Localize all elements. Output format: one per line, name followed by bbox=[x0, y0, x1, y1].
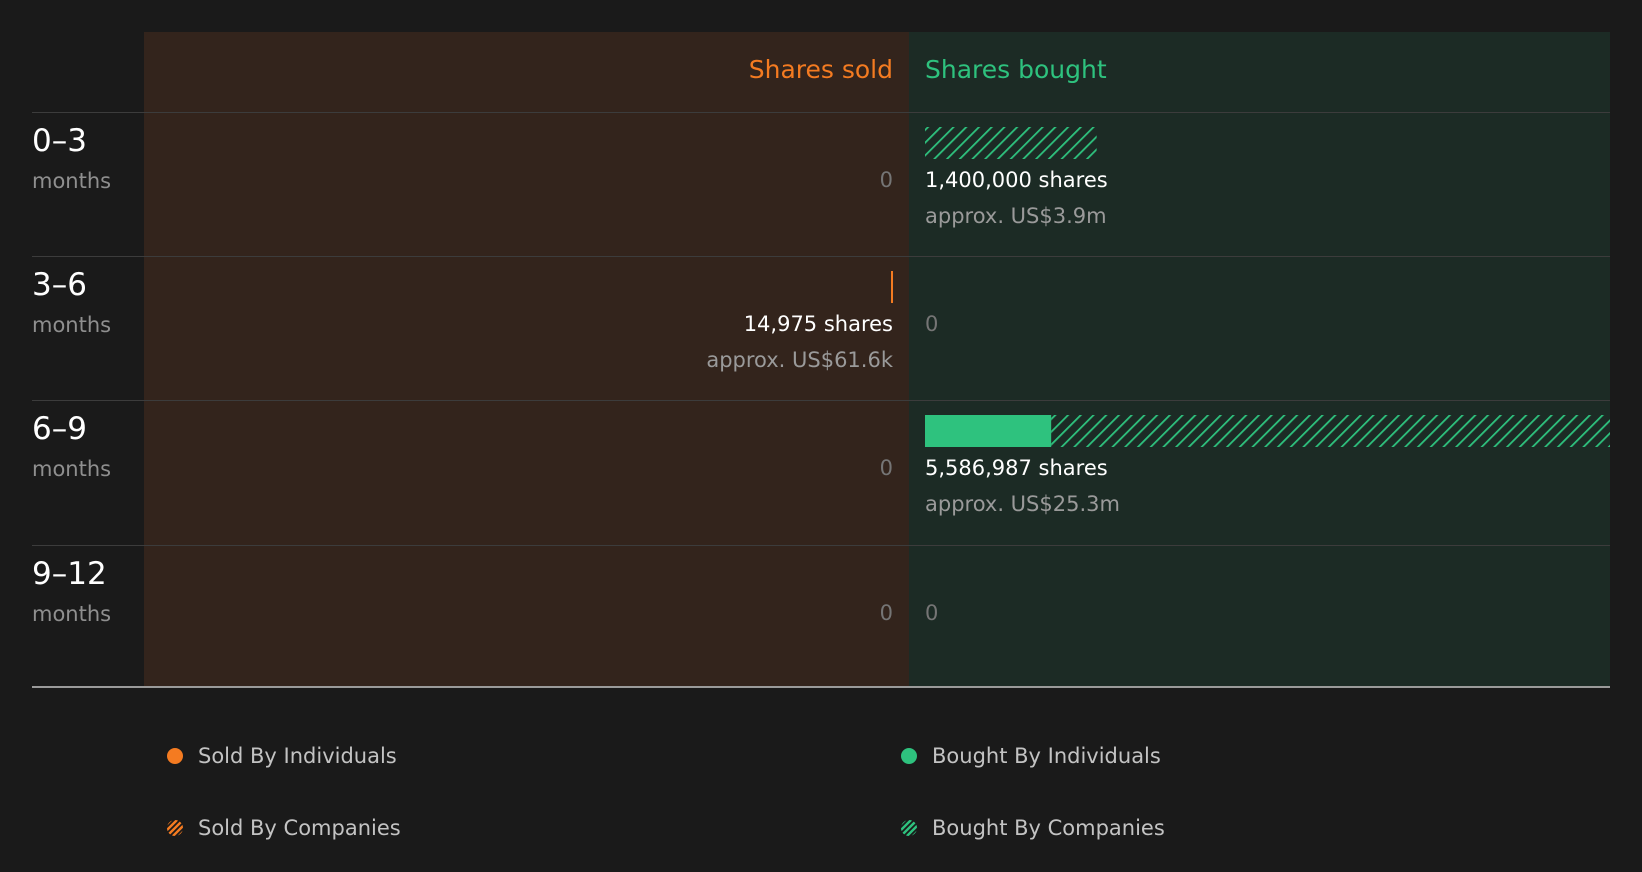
bought-zero-label: 0 bbox=[925, 312, 939, 336]
legend-label: Bought By Companies bbox=[932, 816, 1165, 840]
legend-sold-individuals: Sold By Individuals bbox=[166, 742, 397, 770]
row-bars bbox=[0, 545, 1642, 605]
hatched-orange-dot-icon bbox=[167, 820, 183, 836]
bought-zero-label: 0 bbox=[925, 601, 939, 625]
bought-shares-label: 5,586,987 shares bbox=[925, 456, 1108, 480]
legend-bought-companies: Bought By Companies bbox=[900, 814, 1165, 842]
shares-sold-header: Shares sold bbox=[748, 55, 893, 84]
bar-sold-individuals bbox=[891, 271, 893, 303]
sold-zero-label: 0 bbox=[879, 601, 893, 625]
row-bars bbox=[891, 271, 893, 303]
solid-orange-dot-icon bbox=[167, 748, 183, 764]
bought-shares-label: 1,400,000 shares bbox=[925, 168, 1108, 192]
solid-green-dot-icon bbox=[901, 748, 917, 764]
period-row: 9–12 months 0 0 bbox=[0, 545, 1642, 689]
sold-approx-value-label: approx. US$61.6k bbox=[706, 348, 893, 372]
row-bars bbox=[925, 415, 1610, 447]
legend-label: Sold By Companies bbox=[198, 816, 401, 840]
sold-shares-label: 14,975 shares bbox=[743, 312, 893, 336]
bar-bought-individuals bbox=[925, 415, 1052, 447]
legend-bought-individuals: Bought By Individuals bbox=[900, 742, 1161, 770]
legend-label: Sold By Individuals bbox=[198, 744, 397, 768]
period-row: 0–3 months 0 1,400,000 shares approx. US$3.9… bbox=[0, 112, 1642, 256]
row-bars bbox=[925, 127, 1097, 159]
legend-sold-companies: Sold By Companies bbox=[166, 814, 401, 842]
bought-approx-value-label: approx. US$3.9m bbox=[925, 204, 1107, 228]
bar-bought-companies bbox=[925, 127, 1097, 159]
sold-zero-label: 0 bbox=[879, 456, 893, 480]
sold-zero-label: 0 bbox=[879, 168, 893, 192]
bought-approx-value-label: approx. US$25.3m bbox=[925, 492, 1120, 516]
period-row: 3–6 months 14,975 shares approx. US$61.6k 0 bbox=[0, 256, 1642, 400]
legend-label: Bought By Individuals bbox=[932, 744, 1161, 768]
shares-bought-header: Shares bought bbox=[925, 55, 1107, 84]
bar-bought-companies bbox=[1051, 415, 1610, 447]
period-row: 6–9 months 0 5,586,987 shares approx. US$25.… bbox=[0, 400, 1642, 544]
hatched-green-dot-icon bbox=[901, 820, 917, 836]
